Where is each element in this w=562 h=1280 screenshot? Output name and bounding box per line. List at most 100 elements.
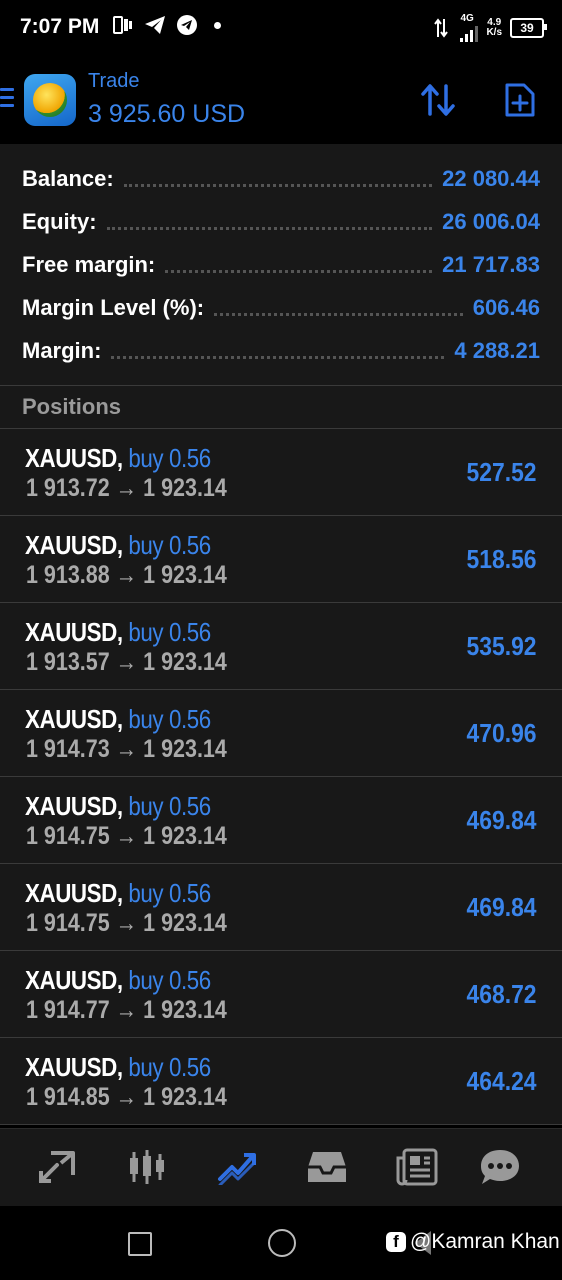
free-margin-value: 21 717.83 bbox=[442, 252, 540, 277]
facebook-icon: f bbox=[386, 1232, 406, 1252]
position-prices: 1 913.72 → 1 923.14 bbox=[26, 474, 227, 502]
positions-title: Positions bbox=[22, 394, 122, 419]
margin-level-row: Margin Level (%): 606.46 bbox=[22, 293, 540, 323]
battery-icon: 39 bbox=[510, 18, 547, 38]
app-logo[interactable] bbox=[24, 74, 76, 126]
equity-label: Equity: bbox=[22, 209, 97, 234]
battery-level: 39 bbox=[520, 21, 534, 35]
position-row[interactable]: XAUUSD, buy 0.56 1 914.75 → 1 923.14 469… bbox=[0, 777, 562, 864]
position-row[interactable]: XAUUSD, buy 0.56 1 913.72 → 1 923.14 527… bbox=[0, 429, 562, 516]
history-icon bbox=[308, 1152, 346, 1182]
new-order-icon bbox=[505, 83, 535, 117]
nav-news[interactable] bbox=[395, 1147, 439, 1187]
position-profit: 464.24 bbox=[467, 1066, 537, 1096]
nav-quotes[interactable] bbox=[35, 1147, 79, 1187]
margin-label: Margin: bbox=[22, 338, 102, 363]
watermark-text: @Kamran Khan bbox=[410, 1230, 560, 1253]
notification-icons bbox=[112, 14, 221, 36]
free-margin-label: Free margin: bbox=[22, 252, 156, 277]
sort-icon bbox=[421, 84, 455, 116]
margin-row: Margin: 4 288.21 bbox=[22, 336, 540, 366]
margin-value: 4 288.21 bbox=[454, 338, 540, 363]
speed-unit: K/s bbox=[486, 27, 502, 38]
home-button[interactable] bbox=[268, 1229, 296, 1257]
nav-trade[interactable] bbox=[215, 1147, 259, 1187]
profit-total: 3 925.60 USD bbox=[88, 100, 246, 128]
network-speed: 4.9 K/s bbox=[486, 18, 502, 38]
position-symbol: XAUUSD, bbox=[25, 1052, 123, 1082]
position-row[interactable]: XAUUSD, buy 0.56 1 914.77 → 1 923.14 468… bbox=[0, 951, 562, 1038]
position-symbol: XAUUSD, bbox=[25, 443, 123, 473]
position-profit: 527.52 bbox=[467, 457, 537, 487]
free-margin-row: Free margin: 21 717.83 bbox=[22, 250, 540, 280]
position-side: buy 0.56 bbox=[128, 530, 211, 560]
app-notification-icon bbox=[112, 14, 134, 36]
position-prices: 1 914.73 → 1 923.14 bbox=[26, 735, 227, 763]
network-type: 4G bbox=[460, 13, 479, 42]
position-prices: 1 913.57 → 1 923.14 bbox=[26, 648, 227, 676]
position-profit: 518.56 bbox=[467, 544, 537, 574]
position-prices: 1 913.88 → 1 923.14 bbox=[26, 561, 227, 589]
position-prices: 1 914.75 → 1 923.14 bbox=[26, 909, 227, 937]
balance-label: Balance: bbox=[22, 166, 114, 191]
position-prices: 1 914.85 → 1 923.14 bbox=[26, 1083, 227, 1111]
positions-list: XAUUSD, buy 0.56 1 913.72 → 1 923.14 527… bbox=[0, 429, 562, 1125]
recent-apps-button[interactable] bbox=[128, 1232, 152, 1256]
position-row[interactable]: XAUUSD, buy 0.56 1 913.57 → 1 923.14 535… bbox=[0, 603, 562, 690]
trade-icon bbox=[218, 1153, 256, 1185]
position-prices: 1 914.77 → 1 923.14 bbox=[26, 996, 227, 1024]
nav-chart[interactable] bbox=[125, 1147, 169, 1187]
position-side: buy 0.56 bbox=[128, 965, 211, 995]
news-icon bbox=[396, 1148, 438, 1186]
quotes-icon bbox=[39, 1151, 75, 1183]
position-prices: 1 914.75 → 1 923.14 bbox=[26, 822, 227, 850]
equity-row: Equity: 26 006.04 bbox=[22, 207, 540, 237]
network-label: 4G bbox=[460, 13, 474, 24]
balance-row: Balance: 22 080.44 bbox=[22, 164, 540, 194]
position-profit: 535.92 bbox=[467, 631, 537, 661]
nav-history[interactable] bbox=[305, 1147, 349, 1187]
margin-level-label: Margin Level (%): bbox=[22, 295, 205, 320]
position-symbol: XAUUSD, bbox=[25, 791, 123, 821]
balance-value: 22 080.44 bbox=[442, 166, 540, 191]
status-bar: 7:07 PM 4G 4.9 K/s 39 bbox=[0, 0, 562, 58]
position-profit: 468.72 bbox=[467, 979, 537, 1009]
chart-icon bbox=[130, 1150, 164, 1184]
position-profit: 470.96 bbox=[467, 718, 537, 748]
page-title: Trade bbox=[88, 70, 140, 92]
nav-messages[interactable] bbox=[478, 1147, 522, 1187]
position-side: buy 0.56 bbox=[128, 878, 211, 908]
account-summary: Balance: 22 080.44 Equity: 26 006.04 Fre… bbox=[0, 144, 562, 385]
sort-button[interactable] bbox=[418, 80, 458, 120]
position-row[interactable]: XAUUSD, buy 0.56 1 914.75 → 1 923.14 469… bbox=[0, 864, 562, 951]
position-side: buy 0.56 bbox=[128, 791, 211, 821]
position-row[interactable]: XAUUSD, buy 0.56 1 913.88 → 1 923.14 518… bbox=[0, 516, 562, 603]
position-side: buy 0.56 bbox=[128, 704, 211, 734]
position-profit: 469.84 bbox=[467, 892, 537, 922]
menu-icon[interactable] bbox=[0, 88, 14, 110]
position-side: buy 0.56 bbox=[128, 617, 211, 647]
positions-header: Positions bbox=[0, 386, 562, 428]
position-symbol: XAUUSD, bbox=[25, 878, 123, 908]
position-symbol: XAUUSD, bbox=[25, 617, 123, 647]
telegram-notification-icon bbox=[144, 14, 166, 36]
position-symbol: XAUUSD, bbox=[25, 530, 123, 560]
position-row[interactable]: XAUUSD, buy 0.56 1 914.73 → 1 923.14 470… bbox=[0, 690, 562, 777]
position-row[interactable]: XAUUSD, buy 0.56 1 914.85 → 1 923.14 464… bbox=[0, 1038, 562, 1125]
equity-value: 26 006.04 bbox=[442, 209, 540, 234]
telegram-circle-icon bbox=[176, 14, 198, 36]
messages-icon bbox=[481, 1150, 519, 1184]
signal-icon bbox=[460, 24, 479, 42]
data-transfer-icon bbox=[430, 17, 452, 39]
system-navigation: f @Kamran Khan bbox=[0, 1206, 562, 1280]
position-symbol: XAUUSD, bbox=[25, 965, 123, 995]
app-header: Trade 3 925.60 USD bbox=[0, 58, 562, 144]
position-side: buy 0.56 bbox=[128, 1052, 211, 1082]
watermark: f @Kamran Khan bbox=[386, 1230, 560, 1254]
position-side: buy 0.56 bbox=[128, 443, 211, 473]
clock: 7:07 PM bbox=[20, 15, 100, 38]
position-symbol: XAUUSD, bbox=[25, 704, 123, 734]
new-order-button[interactable] bbox=[500, 80, 540, 120]
bottom-navigation bbox=[0, 1128, 562, 1207]
margin-level-value: 606.46 bbox=[472, 295, 540, 320]
